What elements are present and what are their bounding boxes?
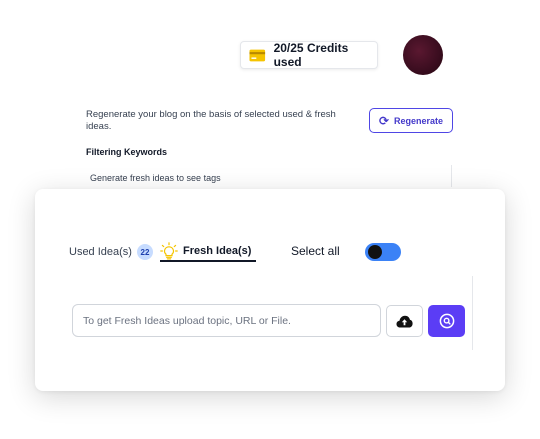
active-tab-indicator xyxy=(160,260,256,262)
upload-button[interactable] xyxy=(386,305,423,337)
select-all-toggle[interactable] xyxy=(365,243,401,261)
tab-fresh-ideas[interactable]: Fresh Idea(s) xyxy=(160,240,251,262)
scrollbar-track[interactable] xyxy=(472,276,473,350)
regenerate-description: Regenerate your blog on the basis of sel… xyxy=(86,109,336,132)
page: { "header": { "credits_label": "20/25 Cr… xyxy=(0,0,540,439)
search-icon xyxy=(439,313,454,329)
refresh-icon: ⟳ xyxy=(378,113,390,128)
tab-fresh-ideas-label: Fresh Idea(s) xyxy=(183,245,252,257)
toggle-knob[interactable] xyxy=(368,245,382,259)
fresh-ideas-input[interactable] xyxy=(72,304,381,337)
filtering-keywords-title: Filtering Keywords xyxy=(86,147,168,157)
credits-indicator: 20/25 Credits used xyxy=(240,41,378,69)
search-button[interactable] xyxy=(428,305,465,337)
regenerate-button-label: Regenerate xyxy=(394,115,444,126)
credit-card-icon xyxy=(249,49,266,61)
select-all-label: Select all xyxy=(291,244,340,258)
ideas-card xyxy=(35,189,505,391)
used-ideas-count-badge: 22 xyxy=(136,244,153,260)
cloud-upload-icon xyxy=(396,315,413,327)
tab-used-ideas[interactable]: Used Idea(s) 22 xyxy=(69,244,153,260)
credits-label: 20/25 Credits used xyxy=(273,41,349,69)
filtering-keywords-hint: Generate fresh ideas to see tags xyxy=(90,173,221,183)
regenerate-button[interactable]: ⟳ Regenerate xyxy=(369,108,453,133)
tab-used-ideas-label: Used Idea(s) xyxy=(69,246,132,258)
lightbulb-icon xyxy=(160,242,178,260)
divider xyxy=(451,165,452,187)
user-avatar[interactable] xyxy=(403,35,443,75)
